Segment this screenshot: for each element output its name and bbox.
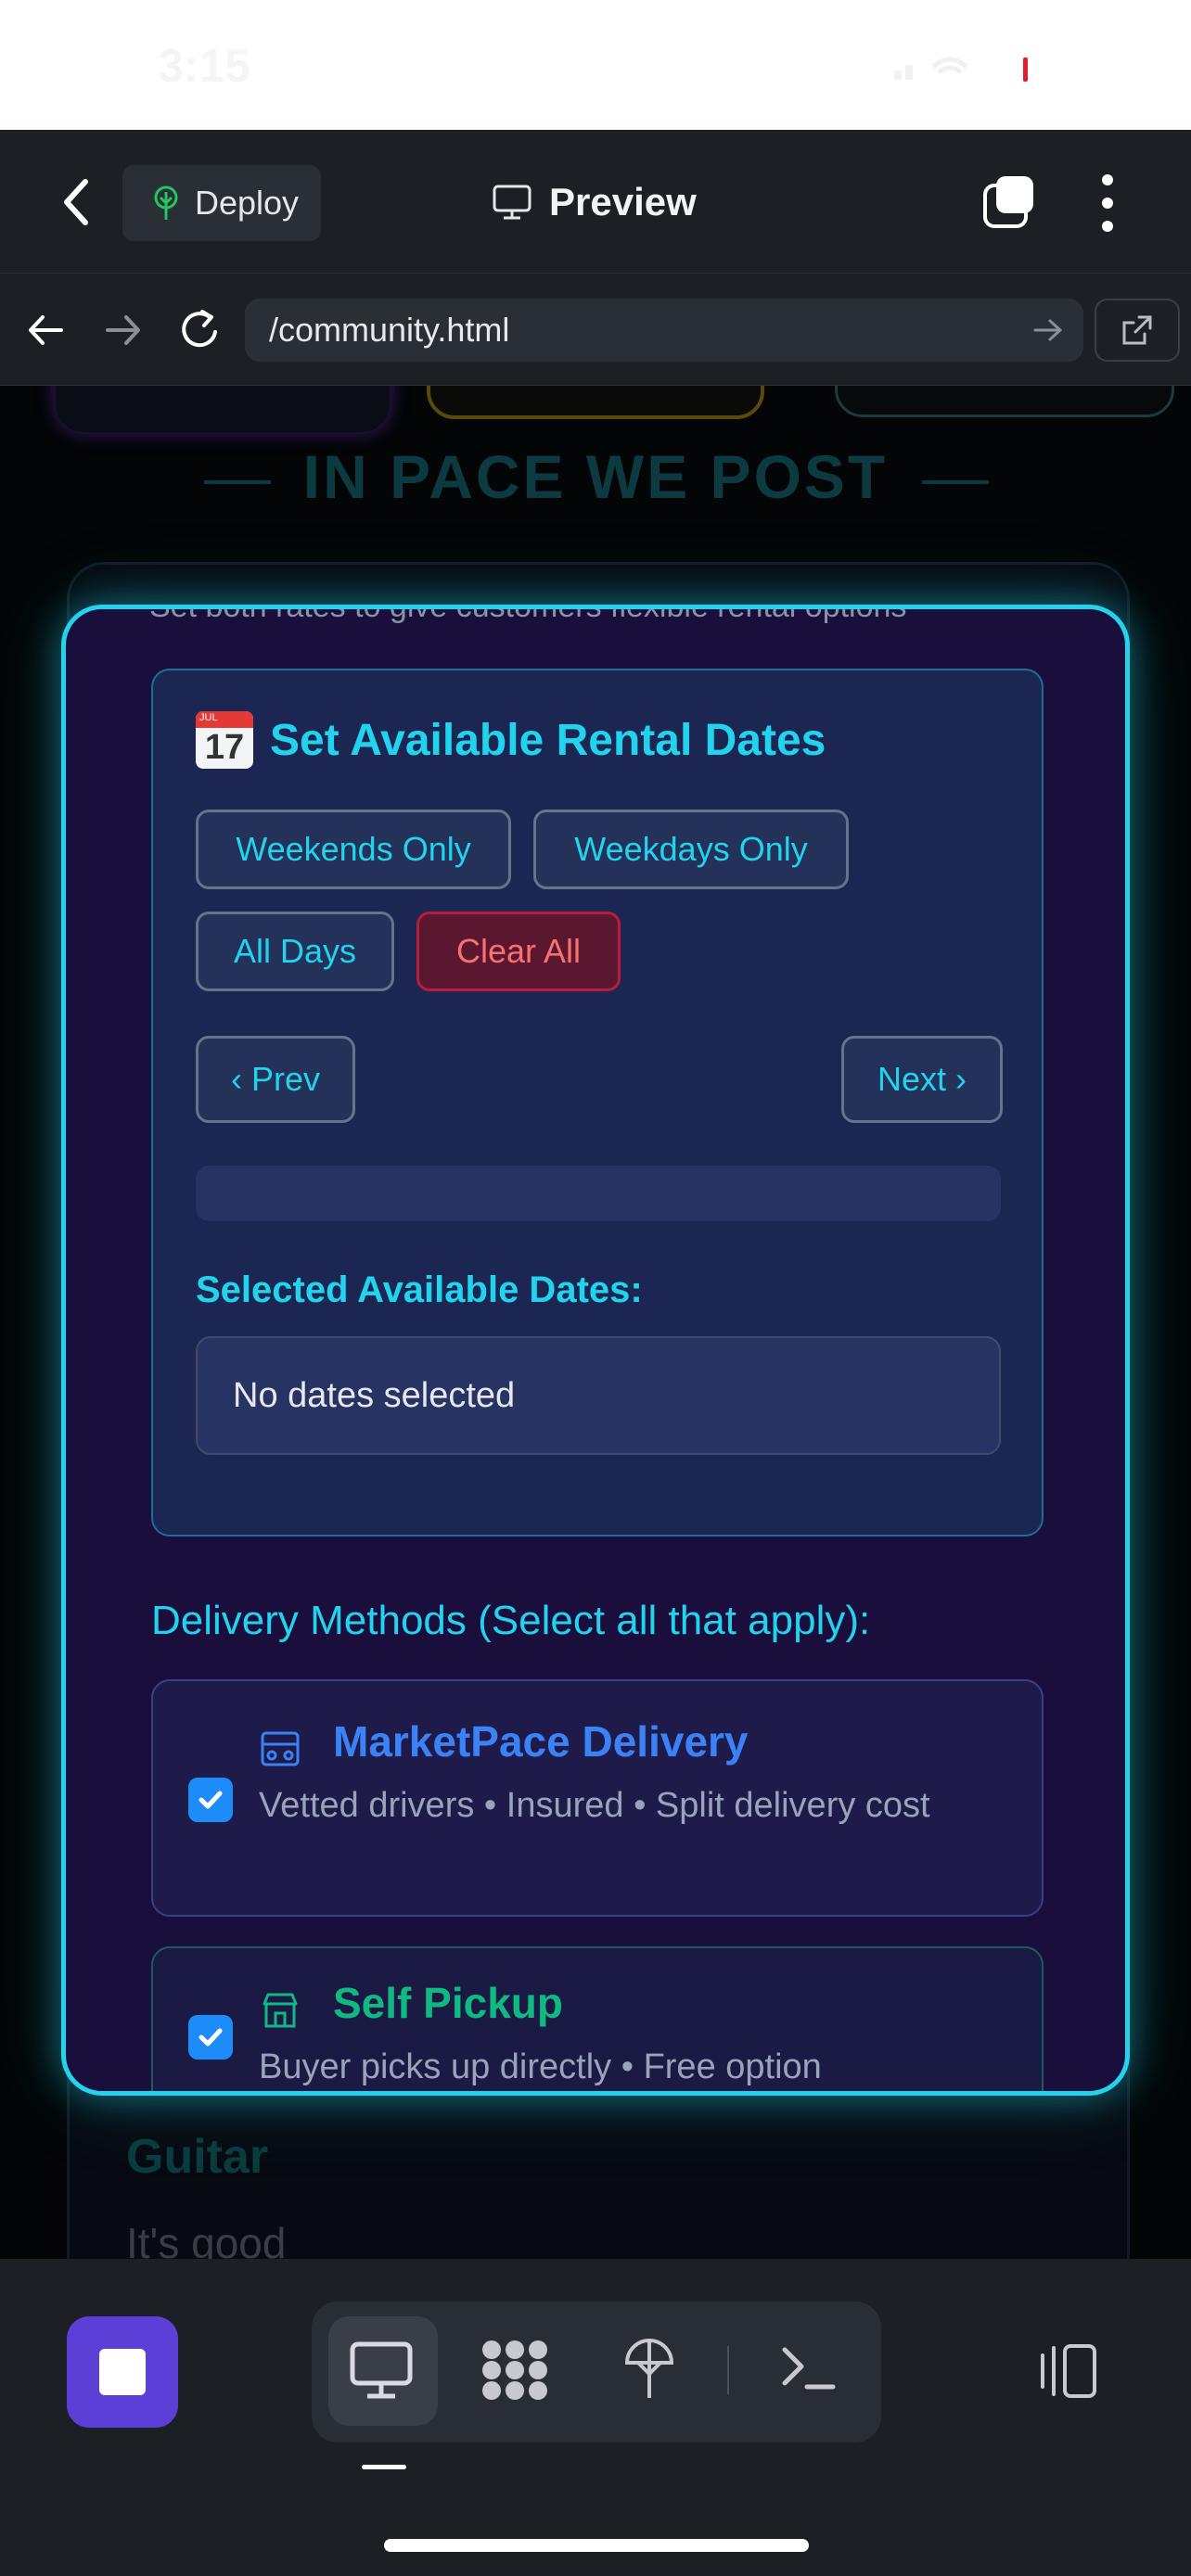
url-go-arrow-icon[interactable] [1031,315,1065,345]
url-input[interactable]: /community.html [245,299,1083,362]
delivery-option-marketpace[interactable]: MarketPace Delivery Vetted drivers • Ins… [151,1679,1044,1917]
preview-label: Preview [549,180,697,223]
open-external-button[interactable] [1095,299,1180,362]
heading-rule [922,480,989,484]
browser-forward-icon[interactable] [102,312,143,349]
rental-dates-panel: JUL 17 Set Available Rental Dates Weeken… [151,669,1044,1537]
prev-month-button[interactable]: ‹ Prev [196,1036,355,1123]
deploy-label: Deploy [195,184,300,222]
marketpace-delivery-checkbox[interactable] [188,1778,233,1822]
toolbar-divider [727,2346,729,2394]
peek-card [835,386,1174,417]
back-chevron-icon[interactable] [58,176,95,228]
rental-options-modal: Set both rates to give customers flexibl… [61,605,1130,2096]
status-time: 3:15 [158,40,251,92]
deploy-button[interactable]: Deploy [122,165,321,241]
listing-title: Guitar [126,2130,269,2184]
battery-low-icon [1023,57,1028,82]
more-menu-icon[interactable] [1098,174,1117,232]
device-toggle-icon[interactable] [1033,2342,1100,2400]
deploy-tree-icon [154,185,178,220]
browser-back-icon[interactable] [26,312,67,349]
active-tab-indicator [362,2465,406,2469]
truck-icon [261,1731,300,1766]
all-days-button[interactable]: All Days [196,912,394,991]
apps-grid-icon[interactable] [479,2337,551,2404]
delivery-option-self-pickup[interactable]: Self Pickup Buyer picks up directly • Fr… [151,1946,1044,2091]
home-indicator[interactable] [384,2539,809,2552]
deploy-tree-icon[interactable] [621,2335,677,2402]
stop-button[interactable] [67,2316,178,2428]
marketpace-delivery-desc: Vetted drivers • Insured • Split deliver… [259,1786,930,1825]
external-link-icon [1122,315,1152,345]
selected-dates-label: Selected Available Dates: [196,1269,643,1310]
weekends-only-button[interactable]: Weekends Only [196,810,511,889]
peek-card [56,386,390,432]
page-heading: IN PACE WE POST [302,442,889,511]
stop-square-icon [99,2349,146,2395]
selected-dates-box: No dates selected [196,1336,1001,1455]
delivery-methods-heading: Delivery Methods (Select all that apply)… [151,1598,871,1643]
terminal-icon[interactable] [777,2340,839,2396]
dates-title: Set Available Rental Dates [270,715,826,765]
rates-hint-text: Set both rates to give customers flexibl… [149,605,907,624]
monitor-icon [493,185,531,220]
url-text: /community.html [269,311,510,349]
marketpace-delivery-title: MarketPace Delivery [333,1717,749,1766]
monitor-icon [350,2341,413,2399]
next-month-button[interactable]: Next › [841,1036,1003,1123]
weekdays-only-button[interactable]: Weekdays Only [533,810,849,889]
self-pickup-title: Self Pickup [333,1979,563,2027]
signal-wifi-icons [894,57,968,80]
preview-title: Preview [492,174,697,230]
tabs-icon[interactable] [981,174,1037,230]
dates-title-row: JUL 17 Set Available Rental Dates [196,711,826,769]
calendar-icon: JUL 17 [196,711,253,769]
peek-card [427,386,764,419]
calendar-grid[interactable] [196,1166,1001,1221]
reload-icon[interactable] [178,306,223,352]
self-pickup-checkbox[interactable] [188,2015,233,2060]
clear-all-button[interactable]: Clear All [416,912,621,991]
store-icon [263,1993,298,2028]
self-pickup-desc: Buyer picks up directly • Free option [259,2047,822,2086]
